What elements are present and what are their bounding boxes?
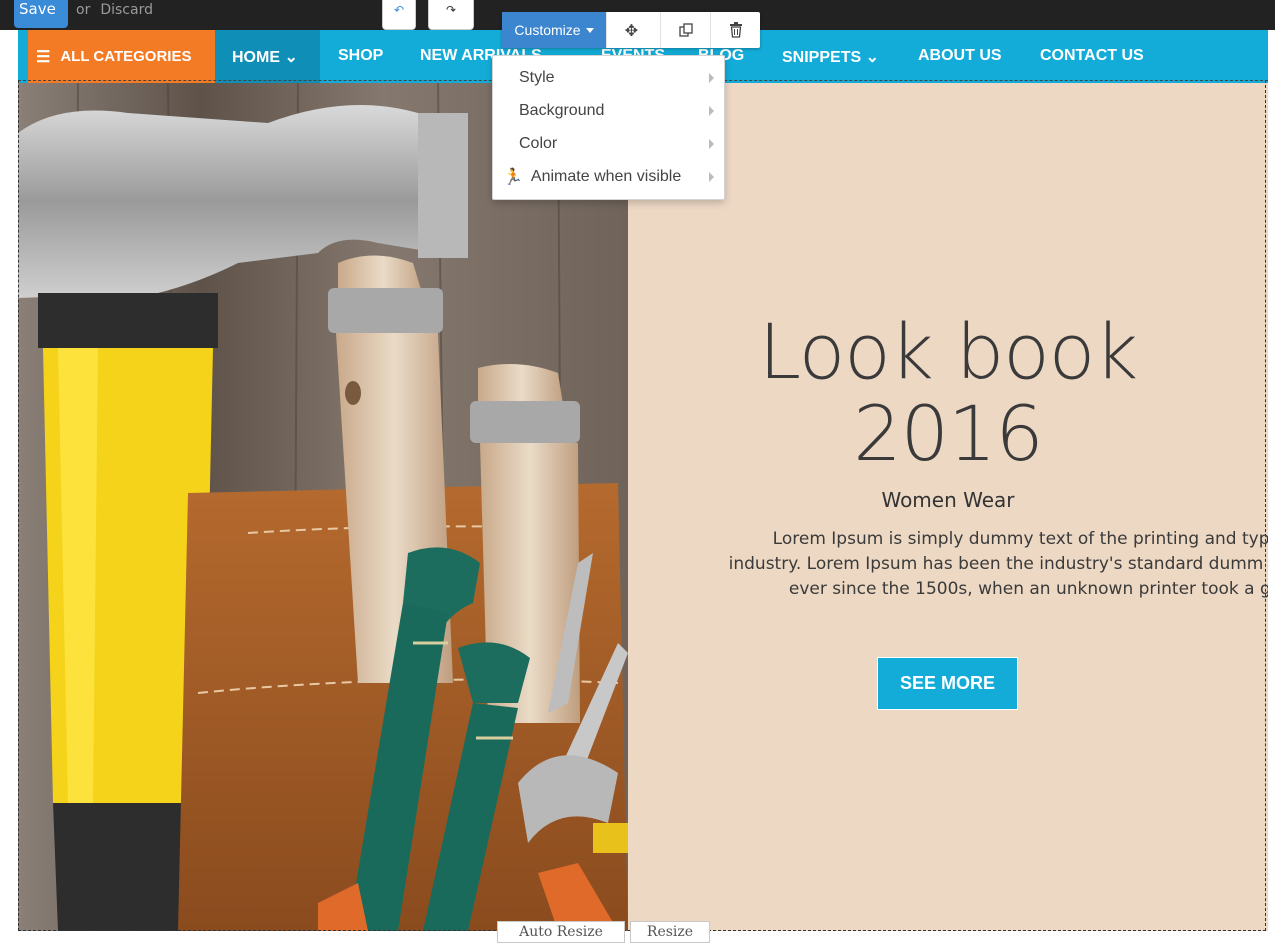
customize-menu: Style Background Color 🏃 Animate when vi…	[492, 55, 725, 200]
customize-button[interactable]: Customize	[502, 12, 606, 48]
customize-label: Customize	[514, 22, 581, 38]
list-icon: ☰	[36, 48, 51, 66]
banner-description: Lorem Ipsum is simply dummy text of the …	[676, 527, 1268, 602]
left-margin	[0, 30, 18, 947]
running-man-icon: 🏃	[503, 168, 523, 186]
caret-down-icon	[585, 27, 594, 33]
undo-button[interactable]: ↶	[382, 0, 416, 30]
see-more-button[interactable]: SEE MORE	[877, 657, 1018, 710]
all-categories-label: ALL CATEGORIES	[60, 48, 192, 65]
submenu-arrow-icon	[709, 139, 714, 149]
nav-item-home[interactable]: HOME ⌄	[232, 47, 298, 67]
description-line-2: industry. Lorem Ipsum has been the indus…	[728, 554, 1264, 574]
submenu-arrow-icon	[709, 172, 714, 182]
move-icon[interactable]: ✥	[606, 12, 656, 48]
discard-button[interactable]: or Discard	[76, 2, 153, 18]
snippet-toolbar: Customize ✥	[502, 12, 760, 48]
discard-separator: or	[76, 2, 91, 18]
menu-item-style-label: Style	[519, 68, 555, 86]
lookbook-title: Look book 2016	[628, 311, 1268, 475]
menu-item-color-label: Color	[519, 134, 558, 152]
discard-label: Discard	[100, 2, 153, 18]
menu-item-animate[interactable]: 🏃 Animate when visible	[493, 160, 726, 193]
menu-item-background[interactable]: Background	[493, 94, 726, 127]
submenu-arrow-icon	[709, 73, 714, 83]
nav-item-snippets[interactable]: SNIPPETS ⌄	[782, 47, 879, 67]
nav-item-about-us[interactable]: ABOUT US	[918, 47, 1002, 65]
menu-item-color[interactable]: Color	[493, 127, 726, 160]
save-button[interactable]: Save	[14, 0, 68, 28]
description-line-1: Lorem Ipsum is simply dummy text of the …	[772, 529, 1268, 549]
clone-glyph	[678, 23, 693, 37]
auto-resize-button[interactable]: Auto Resize	[497, 921, 625, 943]
tools-photo[interactable]	[18, 83, 628, 931]
nav-item-shop[interactable]: SHOP	[338, 47, 383, 65]
all-categories-button[interactable]: ☰ ALL CATEGORIES	[28, 30, 215, 83]
menu-item-style[interactable]: Style	[493, 61, 726, 94]
title-line-2: 2016	[853, 389, 1043, 478]
banner-subtitle: Women Wear	[881, 488, 1015, 512]
lookbook-panel[interactable]: Look book 2016 Women Wear Lorem Ipsum is…	[628, 83, 1268, 931]
nav-item-contact-us[interactable]: CONTACT US	[1040, 47, 1144, 65]
editor-frame: Save or Discard ↶ ↷ ☰ ALL CATEGORIES HOME…	[0, 0, 1275, 947]
menu-item-background-label: Background	[519, 101, 605, 119]
title-line-1: Look book	[758, 307, 1138, 396]
tools-illustration	[18, 83, 628, 931]
trash-icon[interactable]	[710, 12, 760, 48]
submenu-arrow-icon	[709, 106, 714, 116]
redo-button[interactable]: ↷	[428, 0, 474, 30]
resize-button[interactable]: Resize	[630, 921, 710, 943]
menu-item-animate-label: Animate when visible	[530, 167, 682, 185]
trash-glyph	[729, 22, 742, 38]
description-line-3: ever since the 1500s, when an unknown pr…	[788, 579, 1268, 599]
clone-icon[interactable]	[660, 12, 710, 48]
